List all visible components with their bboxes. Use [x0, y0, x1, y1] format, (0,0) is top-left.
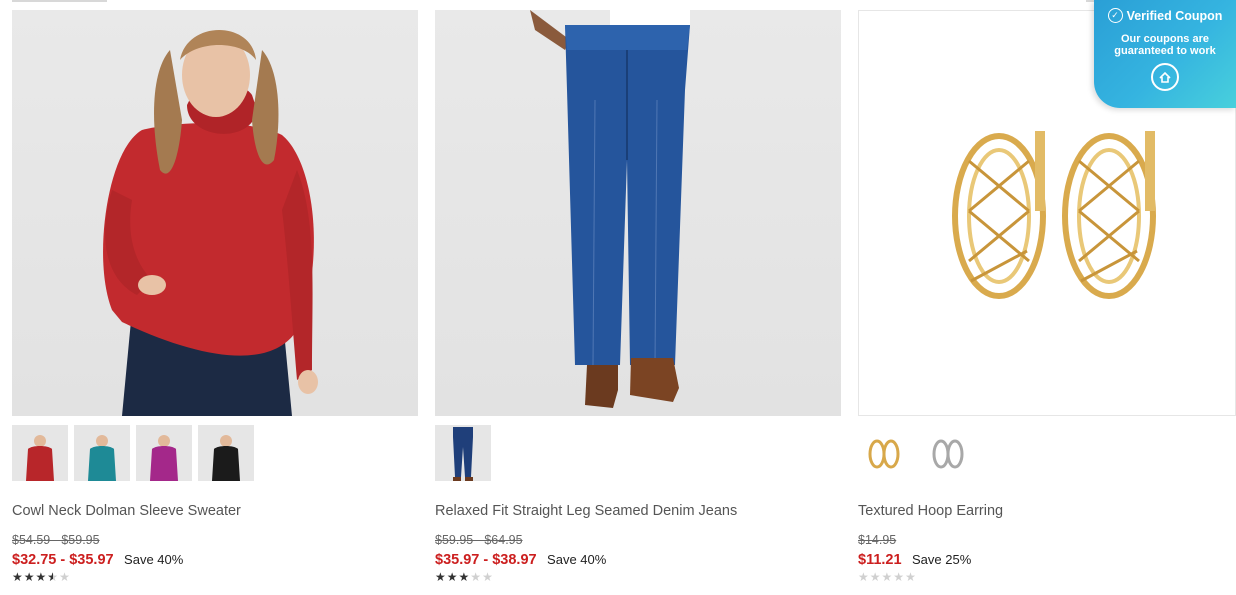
star-full-icon: ★: [12, 570, 24, 584]
star-empty-icon: ★: [59, 570, 71, 584]
swatch-gold[interactable]: [864, 434, 904, 474]
price-row: $35.97 - $38.97 Save 40%: [435, 551, 606, 569]
sale-price: $35.97 - $38.97: [435, 552, 537, 568]
product-title[interactable]: Textured Hoop Earring: [858, 503, 1003, 519]
product-card[interactable]: Relaxed Fit Straight Leg Seamed Denim Je…: [435, 10, 841, 583]
swatch-silver[interactable]: [928, 434, 968, 474]
original-price: $59.95 - $64.95: [435, 533, 523, 547]
star-empty-icon: ★: [893, 570, 906, 584]
star-empty-icon: ★: [470, 570, 483, 584]
check-circle-icon: ✓: [1107, 8, 1123, 23]
color-swatches: [435, 425, 491, 481]
sale-price: $11.21: [858, 552, 902, 568]
rating-stars: ★★★★★: [858, 571, 917, 583]
star-empty-icon: ★: [482, 570, 494, 584]
product-card[interactable]: Cowl Neck Dolman Sleeve Sweater $54.59 -…: [12, 10, 418, 583]
original-price: $14.95: [858, 533, 897, 547]
rating-stars: ★★★★★: [435, 571, 494, 583]
coupon-header: ✓ Verified Coupon: [1094, 8, 1236, 23]
swatch-black[interactable]: [198, 425, 254, 481]
product-title[interactable]: Cowl Neck Dolman Sleeve Sweater: [12, 503, 241, 519]
star-full-icon: ★: [435, 570, 447, 584]
color-swatches: [864, 434, 968, 474]
swatch-red[interactable]: [12, 425, 68, 481]
star-full-icon: ★: [35, 570, 48, 584]
star-empty-icon: ★: [881, 570, 894, 584]
swatch-magenta[interactable]: [136, 425, 192, 481]
star-full-icon: ★: [446, 570, 459, 584]
star-full-icon: ★: [23, 570, 36, 584]
product-image[interactable]: [435, 10, 841, 416]
price-row: $11.21 Save 25%: [858, 551, 971, 569]
jeans-model-image: [530, 10, 690, 408]
product-image[interactable]: [12, 10, 418, 416]
star-empty-icon: ★: [858, 570, 870, 584]
coupon-subtitle: Our coupons are guaranteed to work: [1114, 33, 1216, 57]
top-divider: [12, 0, 107, 2]
coupon-logo-icon[interactable]: [1151, 63, 1179, 91]
verified-coupon-badge[interactable]: ✓ Verified Coupon Our coupons are guaran…: [1094, 0, 1236, 108]
swatch-denim[interactable]: [435, 425, 491, 481]
coupon-title: Verified Coupon: [1126, 8, 1223, 23]
save-label: Save 40%: [547, 552, 607, 567]
star-half-icon: ★: [47, 571, 59, 583]
price-row: $32.75 - $35.97 Save 40%: [12, 551, 183, 569]
product-title[interactable]: Relaxed Fit Straight Leg Seamed Denim Je…: [435, 503, 737, 519]
star-empty-icon: ★: [869, 570, 882, 584]
swatch-teal[interactable]: [74, 425, 130, 481]
sweater-model-image: [103, 30, 318, 416]
save-label: Save 25%: [912, 552, 972, 567]
star-empty-icon: ★: [905, 570, 917, 584]
star-full-icon: ★: [458, 570, 471, 584]
rating-stars: ★★★★★: [12, 571, 71, 583]
original-price: $54.59 - $59.95: [12, 533, 100, 547]
save-label: Save 40%: [124, 552, 184, 567]
sale-price: $32.75 - $35.97: [12, 552, 114, 568]
color-swatches: [12, 425, 254, 481]
